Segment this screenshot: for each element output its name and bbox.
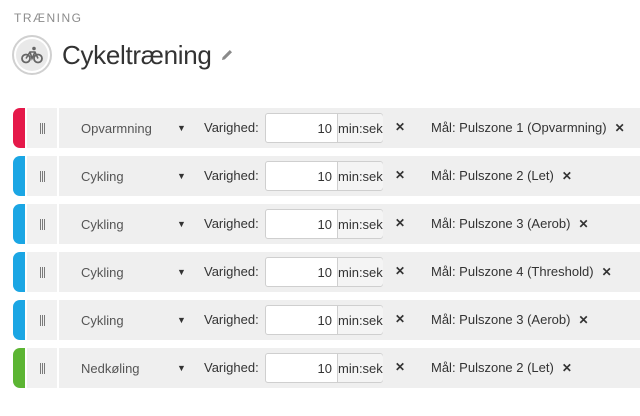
step-type-select[interactable]: Cykling ▼ [69, 258, 187, 286]
step-type-select[interactable]: Cykling ▼ [69, 210, 187, 238]
zone-color-bar [13, 204, 25, 244]
remove-goal-icon[interactable]: ✕ [615, 121, 625, 135]
clear-duration-icon[interactable]: ✕ [395, 216, 405, 230]
goal-text: Mål: Pulszone 2 (Let) ✕ [431, 168, 572, 183]
duration-input[interactable] [266, 210, 337, 238]
step-row: Cykling ▼ Varighed: min:sek ✕ Mål: Pulsz… [13, 156, 640, 196]
duration-field: min:sek [265, 209, 383, 239]
remove-goal-icon[interactable]: ✕ [562, 169, 572, 183]
zone-color-bar [13, 108, 25, 148]
remove-goal-icon[interactable]: ✕ [578, 217, 588, 231]
duration-input[interactable] [266, 114, 337, 142]
step-row: Nedkøling ▼ Varighed: min:sek ✕ Mål: Pul… [13, 348, 640, 388]
step-row: Opvarmning ▼ Varighed: min:sek ✕ Mål: Pu… [13, 108, 640, 148]
duration-field: min:sek [265, 257, 383, 287]
caret-down-icon: ▼ [177, 267, 186, 277]
duration-unit: min:sek [337, 354, 383, 382]
clear-duration-icon[interactable]: ✕ [395, 120, 405, 134]
step-type-value: Cykling [81, 168, 124, 184]
duration-label: Varighed: [204, 360, 259, 375]
avatar [12, 35, 52, 75]
remove-goal-icon[interactable]: ✕ [562, 361, 572, 375]
step-row: Cykling ▼ Varighed: min:sek ✕ Mål: Pulsz… [13, 300, 640, 340]
step-type-value: Cykling [81, 312, 124, 328]
caret-down-icon: ▼ [177, 315, 186, 325]
page-title: Cykeltræning [62, 39, 212, 70]
remove-goal-icon[interactable]: ✕ [602, 265, 612, 279]
goal-label: Mål: Pulszone 3 (Aerob) [431, 312, 571, 327]
step-type-value: Cykling [81, 216, 124, 232]
clear-duration-icon[interactable]: ✕ [395, 168, 405, 182]
remove-goal-icon[interactable]: ✕ [578, 313, 588, 327]
step-type-value: Nedkøling [81, 360, 140, 376]
goal-text: Mål: Pulszone 1 (Opvarmning) ✕ [431, 120, 625, 135]
clear-duration-icon[interactable]: ✕ [395, 312, 405, 326]
zone-color-bar [13, 348, 25, 388]
duration-label: Varighed: [204, 120, 259, 135]
drag-handle-icon[interactable] [27, 156, 57, 196]
drag-handle-icon[interactable] [27, 108, 57, 148]
duration-input[interactable] [266, 306, 337, 334]
duration-input[interactable] [266, 354, 337, 382]
duration-unit: min:sek [337, 162, 383, 190]
duration-input[interactable] [266, 162, 337, 190]
caret-down-icon: ▼ [177, 123, 186, 133]
duration-unit: min:sek [337, 210, 383, 238]
duration-field: min:sek [265, 113, 383, 143]
step-row: Cykling ▼ Varighed: min:sek ✕ Mål: Pulsz… [13, 252, 640, 292]
goal-label: Mål: Pulszone 2 (Let) [431, 360, 554, 375]
step-content: Cykling ▼ Varighed: min:sek ✕ Mål: Pulsz… [59, 204, 640, 244]
bicycle-icon [16, 39, 48, 71]
duration-field: min:sek [265, 161, 383, 191]
step-content: Cykling ▼ Varighed: min:sek ✕ Mål: Pulsz… [59, 156, 640, 196]
duration-input[interactable] [266, 258, 337, 286]
drag-handle-icon[interactable] [27, 348, 57, 388]
caret-down-icon: ▼ [177, 363, 186, 373]
step-row: Cykling ▼ Varighed: min:sek ✕ Mål: Pulsz… [13, 204, 640, 244]
goal-label: Mål: Pulszone 3 (Aerob) [431, 216, 571, 231]
drag-handle-icon[interactable] [27, 204, 57, 244]
caret-down-icon: ▼ [177, 219, 186, 229]
step-content: Opvarmning ▼ Varighed: min:sek ✕ Mål: Pu… [59, 108, 640, 148]
step-type-select[interactable]: Opvarmning ▼ [69, 114, 187, 142]
clear-duration-icon[interactable]: ✕ [395, 360, 405, 374]
goal-text: Mål: Pulszone 2 (Let) ✕ [431, 360, 572, 375]
duration-label: Varighed: [204, 168, 259, 183]
step-type-select[interactable]: Nedkøling ▼ [69, 354, 187, 382]
duration-unit: min:sek [337, 306, 383, 334]
section-label: TRÆNING [14, 11, 83, 25]
duration-unit: min:sek [337, 258, 383, 286]
pencil-icon[interactable] [220, 48, 234, 67]
step-list: Opvarmning ▼ Varighed: min:sek ✕ Mål: Pu… [13, 108, 640, 396]
clear-duration-icon[interactable]: ✕ [395, 264, 405, 278]
duration-label: Varighed: [204, 216, 259, 231]
goal-text: Mål: Pulszone 3 (Aerob) ✕ [431, 312, 589, 327]
goal-label: Mål: Pulszone 2 (Let) [431, 168, 554, 183]
title-row: Cykeltræning [12, 32, 234, 78]
step-content: Cykling ▼ Varighed: min:sek ✕ Mål: Pulsz… [59, 252, 640, 292]
step-type-value: Opvarmning [81, 120, 152, 136]
zone-color-bar [13, 300, 25, 340]
step-content: Cykling ▼ Varighed: min:sek ✕ Mål: Pulsz… [59, 300, 640, 340]
step-content: Nedkøling ▼ Varighed: min:sek ✕ Mål: Pul… [59, 348, 640, 388]
duration-field: min:sek [265, 305, 383, 335]
zone-color-bar [13, 156, 25, 196]
step-type-value: Cykling [81, 264, 124, 280]
goal-text: Mål: Pulszone 3 (Aerob) ✕ [431, 216, 589, 231]
zone-color-bar [13, 252, 25, 292]
duration-field: min:sek [265, 353, 383, 383]
step-type-select[interactable]: Cykling ▼ [69, 162, 187, 190]
duration-label: Varighed: [204, 312, 259, 327]
caret-down-icon: ▼ [177, 171, 186, 181]
goal-label: Mål: Pulszone 1 (Opvarmning) [431, 120, 607, 135]
step-type-select[interactable]: Cykling ▼ [69, 306, 187, 334]
goal-text: Mål: Pulszone 4 (Threshold) ✕ [431, 264, 612, 279]
drag-handle-icon[interactable] [27, 252, 57, 292]
goal-label: Mål: Pulszone 4 (Threshold) [431, 264, 594, 279]
drag-handle-icon[interactable] [27, 300, 57, 340]
duration-unit: min:sek [337, 114, 383, 142]
duration-label: Varighed: [204, 264, 259, 279]
